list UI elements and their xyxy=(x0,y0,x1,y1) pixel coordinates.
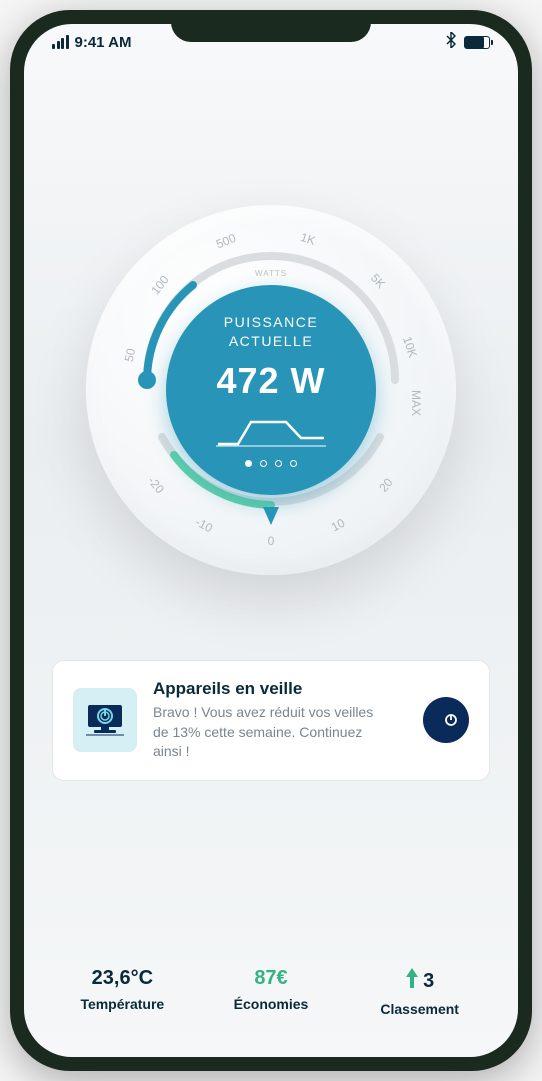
power-dial-area: WATTS 50 100 500 1K 5K 10K MAX -20 -10 0… xyxy=(24,60,518,660)
stat-ranking[interactable]: 3 Classement xyxy=(345,967,494,1017)
bluetooth-icon xyxy=(446,32,456,53)
bottom-stats-bar: 23,6°C Température 87€ Économies 3 Class… xyxy=(24,967,518,1017)
phone-notch xyxy=(171,10,371,42)
dial-unit-label: WATTS xyxy=(255,269,287,278)
app-screen: 9:41 AM xyxy=(24,24,518,1057)
ranking-value: 3 xyxy=(345,967,494,995)
moon-power-icon xyxy=(423,697,469,743)
phone-frame: 9:41 AM xyxy=(10,10,532,1071)
dial-title: PUISSANCE ACTUELLE xyxy=(224,313,318,349)
ranking-label: Classement xyxy=(345,1001,494,1017)
dial-center[interactable]: PUISSANCE ACTUELLE 472 W xyxy=(166,285,376,495)
signal-icon xyxy=(52,35,69,49)
dot-4[interactable] xyxy=(290,460,297,467)
card-title: Appareils en veille xyxy=(153,679,407,699)
stat-temperature[interactable]: 23,6°C Température xyxy=(48,967,197,1017)
dot-3[interactable] xyxy=(275,460,282,467)
temperature-label: Température xyxy=(48,996,197,1012)
dot-2[interactable] xyxy=(260,460,267,467)
savings-value: 87€ xyxy=(197,967,346,990)
arrow-up-icon xyxy=(405,967,419,995)
battery-icon xyxy=(464,36,490,49)
stat-savings[interactable]: 87€ Économies xyxy=(197,967,346,1017)
monitor-standby-icon xyxy=(73,688,137,752)
standby-devices-card[interactable]: Appareils en veille Bravo ! Vous avez ré… xyxy=(52,660,490,781)
savings-label: Économies xyxy=(197,996,346,1012)
power-dial[interactable]: WATTS 50 100 500 1K 5K 10K MAX -20 -10 0… xyxy=(86,205,456,575)
dial-power-value: 472 W xyxy=(216,360,325,402)
dial-pagination-dots[interactable] xyxy=(245,460,297,467)
status-time: 9:41 AM xyxy=(75,34,132,51)
sparkline-icon xyxy=(216,414,326,450)
card-description: Bravo ! Vous avez réduit vos veilles de … xyxy=(153,703,383,762)
temperature-value: 23,6°C xyxy=(48,967,197,990)
dot-1[interactable] xyxy=(245,460,252,467)
